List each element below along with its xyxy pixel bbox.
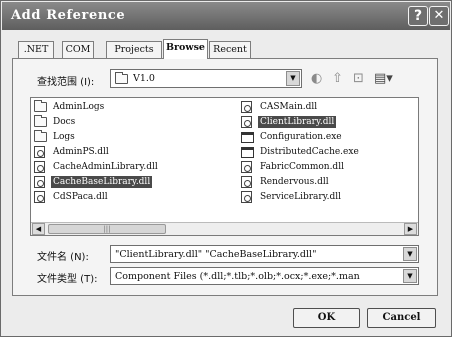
- tab-recent[interactable]: Recent: [209, 41, 251, 58]
- up-folder-icon[interactable]: ⇧: [332, 71, 343, 87]
- tab-com[interactable]: COM: [62, 41, 94, 58]
- help-button[interactable]: ?: [408, 6, 428, 26]
- file-name: CacheAdminLibrary.dll: [53, 162, 158, 172]
- lookin-label: 查找范围 (I):: [37, 77, 95, 88]
- folder-icon: [115, 72, 128, 84]
- new-folder-icon[interactable]: ⊡: [353, 71, 364, 87]
- filename-value: "ClientLibrary.dll" "CacheBaseLibrary.dl…: [115, 249, 317, 260]
- title-bar[interactable]: Add Reference ? ✕: [2, 2, 450, 30]
- filetype-value: Component Files (*.dll;*.tlb;*.olb;*.ocx…: [115, 271, 360, 282]
- folder-icon: [34, 100, 47, 112]
- cancel-button[interactable]: Cancel: [367, 308, 436, 328]
- close-button[interactable]: ✕: [429, 6, 449, 26]
- dll-file-icon: [241, 116, 252, 128]
- scroll-right-icon[interactable]: ▶: [404, 223, 417, 235]
- lookin-value: V1.0: [133, 73, 155, 84]
- folder-icon: [34, 130, 47, 142]
- file-name: Configuration.exe: [260, 132, 342, 142]
- dialog-title: Add Reference: [11, 8, 126, 23]
- file-list[interactable]: AdminLogs Docs Logs AdminPS.dll CacheAdm…: [30, 97, 419, 236]
- add-reference-dialog: Add Reference ? ✕ .NET COM Projects Brow…: [0, 0, 452, 337]
- file-name: Docs: [53, 117, 76, 127]
- chevron-down-icon[interactable]: ▼: [403, 247, 417, 261]
- dll-file-icon: [241, 191, 252, 203]
- file-name: DistributedCache.exe: [260, 147, 359, 157]
- file-name: Rendervous.dll: [260, 177, 329, 187]
- file-name: CASMain.dll: [260, 102, 318, 112]
- filetype-dropdown[interactable]: Component Files (*.dll;*.tlb;*.olb;*.ocx…: [110, 267, 419, 285]
- folder-icon: [34, 115, 47, 127]
- tab-dotnet[interactable]: .NET: [18, 41, 54, 58]
- horizontal-scrollbar[interactable]: ◀ ||| ▶: [31, 222, 418, 235]
- file-name: Logs: [53, 132, 75, 142]
- file-name: AdminPS.dll: [53, 147, 109, 157]
- lookin-dropdown[interactable]: V1.0 ▼: [110, 69, 302, 88]
- dll-file-icon: [34, 191, 45, 203]
- scroll-left-icon[interactable]: ◀: [32, 223, 45, 235]
- filename-input[interactable]: "ClientLibrary.dll" "CacheBaseLibrary.dl…: [110, 245, 419, 263]
- chevron-down-icon[interactable]: ▼: [286, 71, 300, 86]
- exe-file-icon: [241, 132, 254, 143]
- tab-projects[interactable]: Projects: [106, 41, 162, 58]
- file-name: CdSPaca.dll: [53, 192, 108, 202]
- chevron-down-icon[interactable]: ▼: [403, 269, 417, 283]
- file-name: AdminLogs: [53, 102, 105, 112]
- dll-file-icon: [34, 176, 45, 188]
- dll-file-icon: [34, 146, 45, 158]
- back-icon[interactable]: ◐: [311, 71, 322, 87]
- dll-file-icon: [241, 101, 252, 113]
- views-menu-icon[interactable]: ▤▾: [374, 71, 393, 87]
- file-name: ClientLibrary.dll: [258, 116, 337, 128]
- file-name: FabricCommon.dll: [260, 162, 344, 172]
- filetype-label: 文件类型 (T):: [37, 274, 98, 285]
- scroll-thumb[interactable]: |||: [48, 224, 166, 234]
- dll-file-icon: [241, 161, 252, 173]
- exe-file-icon: [241, 147, 254, 158]
- file-name: CacheBaseLibrary.dll: [51, 176, 153, 188]
- dll-file-icon: [34, 161, 45, 173]
- filename-label: 文件名 (N):: [37, 252, 89, 263]
- dll-file-icon: [241, 176, 252, 188]
- tab-browse[interactable]: Browse: [163, 39, 208, 59]
- ok-button[interactable]: OK: [293, 308, 360, 328]
- file-name: ServiceLibrary.dll: [260, 192, 341, 202]
